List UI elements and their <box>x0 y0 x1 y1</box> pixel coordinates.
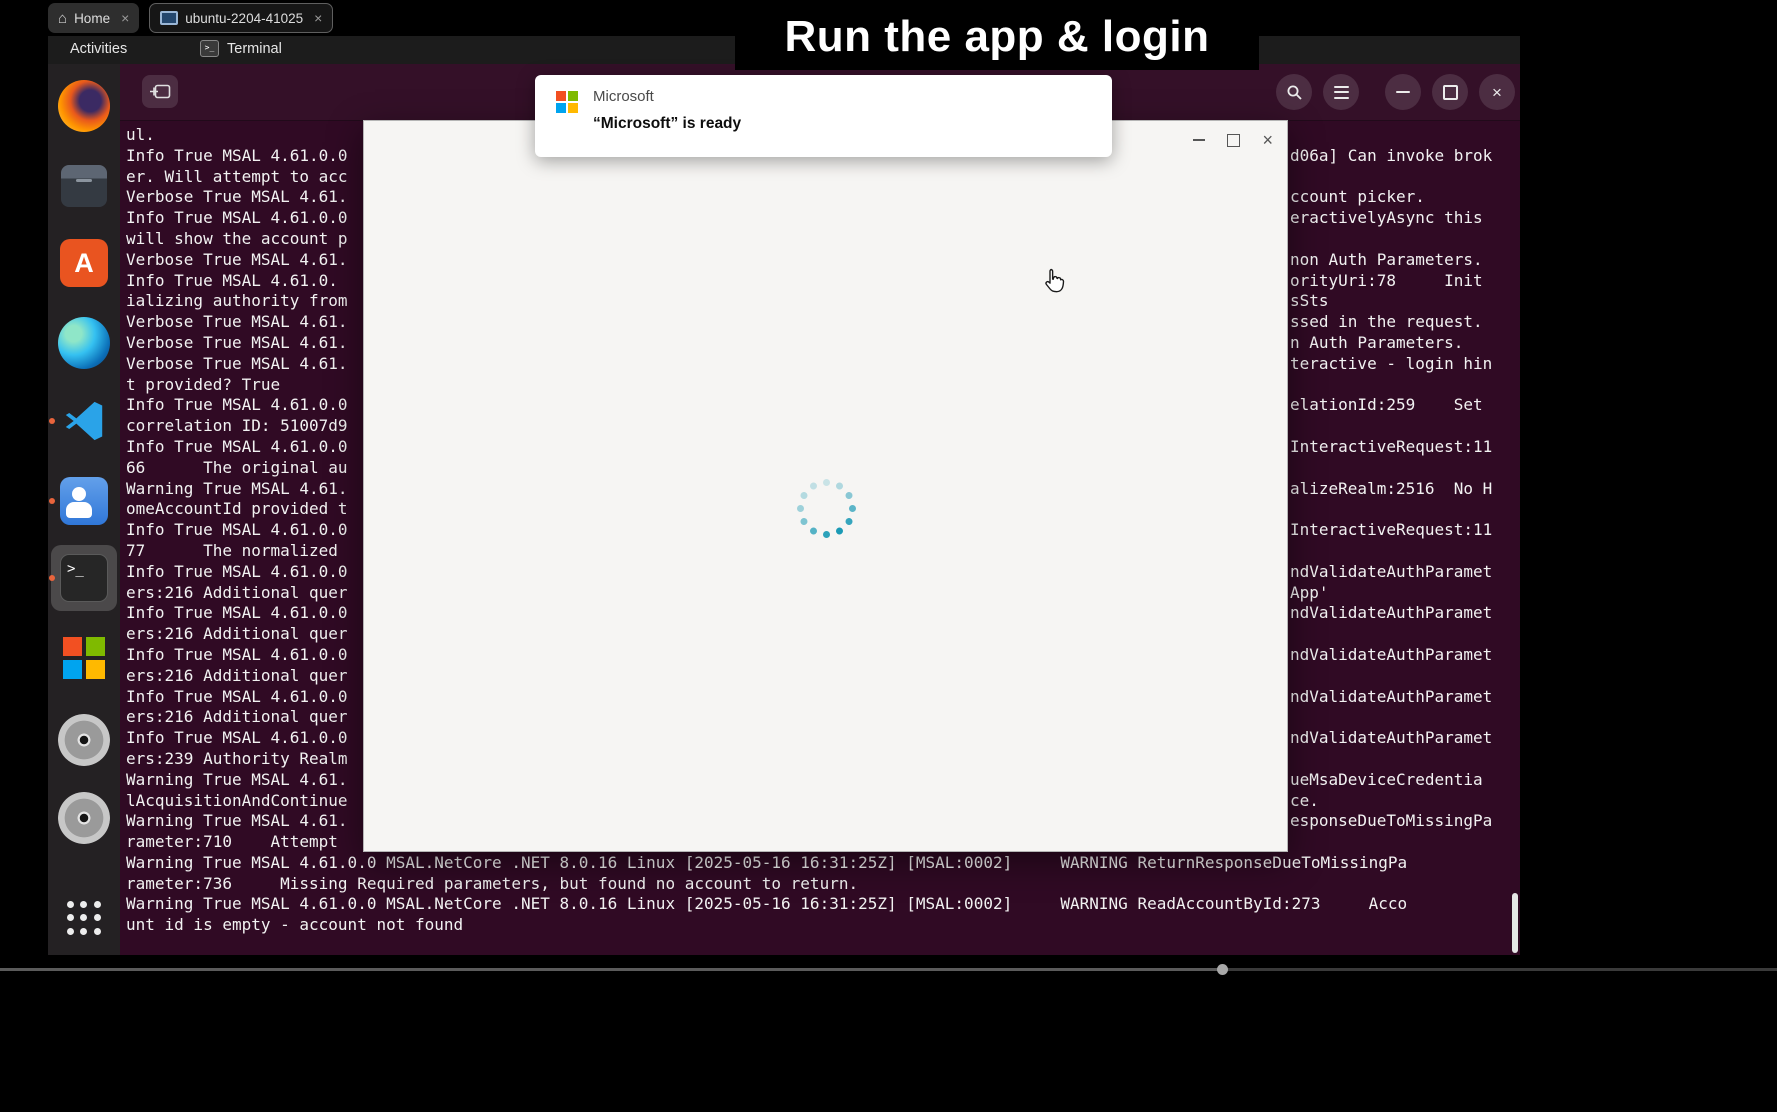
ubuntu-software-icon: A <box>60 239 108 287</box>
dock-item-terminal[interactable]: >_ <box>58 552 110 604</box>
tab-vm-label: ubuntu-2204-41025 <box>185 11 303 26</box>
running-indicator <box>49 498 55 504</box>
tab-close-icon[interactable]: × <box>121 11 129 25</box>
console-icon <box>160 11 178 25</box>
home-icon: ⌂ <box>58 11 67 26</box>
microsoft-logo-icon <box>556 91 578 113</box>
dock-item-ubuntu-software[interactable]: A <box>58 237 110 289</box>
toast-notification[interactable]: Microsoft “Microsoft” is ready <box>535 75 1112 157</box>
minimize-button[interactable] <box>1385 74 1421 110</box>
vscode-icon <box>58 398 110 450</box>
terminal-line: unt id is empty - account not found <box>126 915 1516 936</box>
dialog-maximize-icon[interactable] <box>1227 134 1240 147</box>
video-progress-knob[interactable] <box>1217 964 1228 975</box>
dock-item-edge[interactable] <box>58 317 110 369</box>
caption-text: Run the app & login <box>784 12 1209 62</box>
notification-app-name: Microsoft <box>593 88 654 105</box>
screen: ⌂ Home × ubuntu-2204-41025 × Run the app… <box>0 0 1777 1112</box>
close-icon: × <box>1492 84 1502 101</box>
terminal-line: Warning True MSAL 4.61.0.0 MSAL.NetCore … <box>126 894 1516 915</box>
mouse-cursor <box>1038 266 1068 301</box>
disc-icon <box>58 792 110 844</box>
search-icon <box>1286 84 1303 101</box>
microsoft-logo-icon <box>63 637 105 679</box>
focused-app-name: Terminal <box>227 41 282 57</box>
terminal-line: rameter:736 Missing Required parameters,… <box>126 874 1516 895</box>
dialog-minimize-icon[interactable] <box>1193 139 1205 141</box>
loading-spinner <box>794 476 858 540</box>
hamburger-icon <box>1334 86 1349 99</box>
tab-close-icon[interactable]: × <box>314 11 322 25</box>
terminal-line: Warning True MSAL 4.61.0.0 MSAL.NetCore … <box>126 853 1516 874</box>
edge-icon <box>58 317 110 369</box>
dock-item-files[interactable] <box>58 160 110 212</box>
dock-item-contacts[interactable] <box>58 475 110 527</box>
activities-button[interactable]: Activities <box>64 40 133 58</box>
maximize-button[interactable] <box>1432 74 1468 110</box>
minimize-icon <box>1396 91 1410 93</box>
dialog-close-icon[interactable]: × <box>1262 131 1273 149</box>
dock-item-firefox[interactable] <box>58 80 110 132</box>
maximize-icon <box>1443 85 1458 100</box>
dock-item-disc-2[interactable] <box>58 792 110 844</box>
terminal-icon: >_ <box>60 554 108 602</box>
firefox-icon <box>58 80 110 132</box>
show-applications-icon <box>64 898 104 938</box>
files-icon <box>61 165 107 207</box>
terminal-scrollbar[interactable] <box>1512 893 1518 953</box>
running-indicator <box>49 418 55 424</box>
dock-item-vscode[interactable] <box>58 395 110 447</box>
focused-app-menu[interactable]: >_ Terminal <box>200 40 282 57</box>
disc-icon <box>58 714 110 766</box>
dock-item-disc-1[interactable] <box>58 714 110 766</box>
new-tab-button[interactable] <box>142 75 178 108</box>
close-button[interactable]: × <box>1479 74 1515 110</box>
notification-message: “Microsoft” is ready <box>593 115 741 133</box>
dock: A >_ <box>48 64 120 955</box>
tab-home[interactable]: ⌂ Home × <box>48 3 139 33</box>
video-progress-fill <box>0 968 1222 971</box>
browser-tab-bar: ⌂ Home × ubuntu-2204-41025 × <box>48 3 333 33</box>
dock-item-microsoft[interactable] <box>58 632 110 684</box>
terminal-app-icon: >_ <box>200 40 219 57</box>
running-indicator <box>49 575 55 581</box>
terminal-cursor-line <box>126 936 1516 955</box>
tab-home-label: Home <box>74 11 110 26</box>
contacts-icon <box>60 477 108 525</box>
video-caption: Run the app & login <box>735 4 1259 70</box>
dock-item-show-apps[interactable] <box>58 892 110 944</box>
tab-vm-console[interactable]: ubuntu-2204-41025 × <box>149 3 333 33</box>
search-button[interactable] <box>1276 74 1312 110</box>
login-dialog: × <box>363 120 1288 852</box>
menu-button[interactable] <box>1323 74 1359 110</box>
video-progress-bar[interactable] <box>0 968 1777 971</box>
